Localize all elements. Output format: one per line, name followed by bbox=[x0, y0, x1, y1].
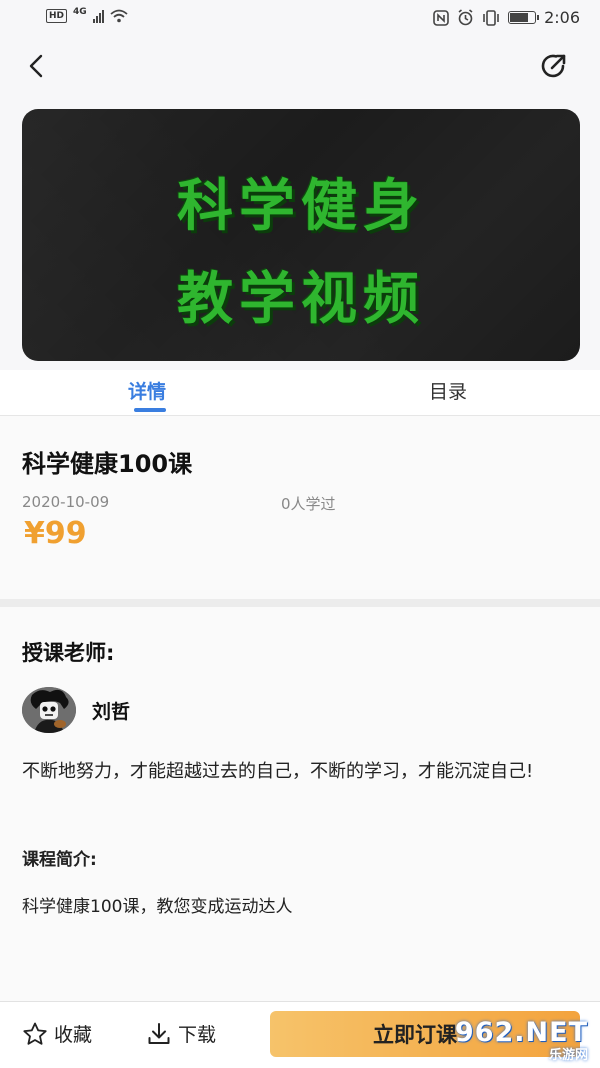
teacher-heading: 授课老师: bbox=[22, 641, 115, 665]
download-button[interactable]: 下载 bbox=[146, 1020, 216, 1047]
course-info: 科学健康100课 2020-10-09 0人学过 ¥99 bbox=[0, 416, 600, 599]
status-bar: HD 4G 2:06 bbox=[0, 0, 600, 36]
subscribe-button[interactable]: 立即订课 bbox=[270, 1011, 580, 1057]
network-type: 4G bbox=[73, 7, 87, 17]
teacher-section: 授课老师: 刘哲 不断地努力，才能超越过去的自己，不断的学习，才能沉淀自己! 课… bbox=[0, 607, 600, 1001]
course-date: 2020-10-09 bbox=[22, 493, 110, 511]
avatar[interactable] bbox=[22, 687, 76, 733]
intro-text: 科学健康100课，教您变成运动达人 bbox=[22, 897, 293, 917]
tab-bar: 详情 目录 bbox=[0, 370, 600, 416]
vibrate-icon bbox=[483, 9, 499, 26]
share-button[interactable] bbox=[538, 50, 570, 82]
share-circle-icon bbox=[541, 54, 566, 78]
subscribe-label: 立即订课 bbox=[373, 1023, 457, 1047]
signal-icon bbox=[92, 9, 104, 23]
battery-icon bbox=[508, 11, 540, 24]
teacher-name: 刘哲 bbox=[92, 701, 131, 723]
course-title: 科学健康100课 bbox=[22, 450, 193, 478]
battery-level bbox=[510, 13, 529, 22]
wifi-icon bbox=[110, 9, 128, 23]
course-banner[interactable]: 科学健身 教学视频 bbox=[22, 109, 580, 361]
back-button[interactable] bbox=[18, 48, 54, 84]
intro-heading: 课程简介: bbox=[22, 850, 97, 870]
hd-badge: HD bbox=[46, 9, 68, 23]
avatar-image bbox=[22, 687, 76, 733]
tab-catalog[interactable]: 目录 bbox=[429, 370, 467, 415]
chevron-left-icon bbox=[29, 54, 43, 78]
alarm-icon bbox=[458, 9, 473, 26]
tab-active-indicator bbox=[134, 408, 166, 412]
nfc-icon bbox=[433, 9, 449, 26]
clock: 2:06 bbox=[544, 8, 580, 27]
course-price: ¥99 bbox=[24, 516, 87, 551]
star-icon bbox=[23, 1022, 47, 1045]
section-divider bbox=[0, 599, 600, 607]
favorite-label: 收藏 bbox=[54, 1024, 93, 1046]
top-navigation bbox=[0, 36, 600, 96]
learner-count: 0人学过 bbox=[281, 495, 336, 513]
favorite-button[interactable]: 收藏 bbox=[22, 1020, 92, 1047]
status-left: HD 4G bbox=[46, 7, 128, 23]
download-icon bbox=[148, 1022, 170, 1044]
status-right: 2:06 bbox=[433, 8, 580, 27]
banner-title-line2: 教学视频 bbox=[177, 267, 425, 332]
bottom-action-bar: 收藏 下载 立即订课 bbox=[0, 1001, 600, 1068]
download-label: 下载 bbox=[178, 1024, 217, 1046]
banner-title-line1: 科学健身 bbox=[177, 174, 425, 239]
teacher-motto: 不断地努力，才能超越过去的自己，不断的学习，才能沉淀自己! bbox=[22, 761, 534, 782]
